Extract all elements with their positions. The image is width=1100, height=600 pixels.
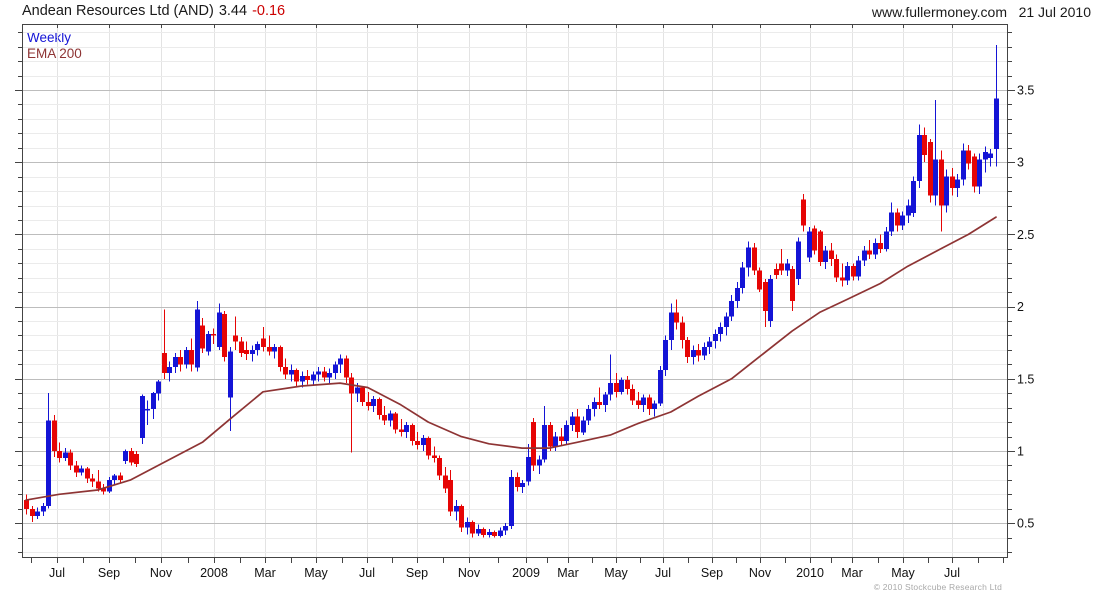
svg-text:1: 1 [1017,445,1024,459]
svg-text:Jul: Jul [359,566,375,580]
svg-text:Nov: Nov [749,566,772,580]
svg-text:Sep: Sep [701,566,723,580]
svg-text:Jul: Jul [944,566,960,580]
copyright-notice: © 2010 Stockcube Research Ltd [874,582,1002,592]
svg-text:Jul: Jul [655,566,671,580]
svg-text:Sep: Sep [98,566,120,580]
svg-text:2009: 2009 [512,566,540,580]
svg-text:Mar: Mar [254,566,276,580]
svg-text:Sep: Sep [406,566,428,580]
svg-text:2010: 2010 [796,566,824,580]
svg-text:1.5: 1.5 [1017,372,1034,386]
chart-window: Andean Resources Ltd (AND)3.44-0.16 www.… [0,0,1100,600]
svg-text:Jul: Jul [49,566,65,580]
svg-text:Nov: Nov [458,566,481,580]
svg-text:Mar: Mar [557,566,579,580]
price-chart-canvas: 3.5 3 2.5 2 1.5 1 0.5 Jul Sep Nov 2008 Mar May Jul Sep… [0,0,1100,600]
svg-text:3: 3 [1017,156,1024,170]
svg-text:May: May [604,566,628,580]
svg-text:Nov: Nov [150,566,173,580]
svg-text:2: 2 [1017,300,1024,314]
svg-text:Mar: Mar [841,566,863,580]
svg-text:3.5: 3.5 [1017,84,1034,98]
svg-text:May: May [304,566,328,580]
svg-text:2.5: 2.5 [1017,228,1034,242]
svg-text:2008: 2008 [200,566,228,580]
svg-text:0.5: 0.5 [1017,517,1034,531]
svg-text:May: May [891,566,915,580]
